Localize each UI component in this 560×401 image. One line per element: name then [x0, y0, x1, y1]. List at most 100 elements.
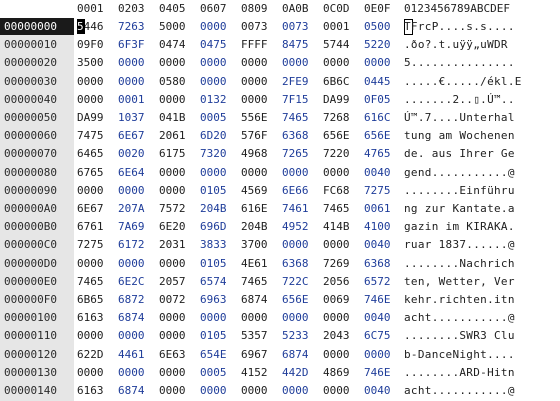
hex-word[interactable]: 7465 [77, 275, 104, 288]
hex-word[interactable]: 6E67 [77, 202, 104, 215]
hex-word[interactable]: 2056 [323, 275, 350, 288]
hex-word[interactable]: 0000 [77, 184, 104, 197]
hex-word[interactable]: 0105 [200, 329, 227, 342]
hex-word[interactable]: 6368 [282, 257, 309, 270]
hex-word[interactable]: 5357 [241, 329, 268, 342]
hex-word[interactable]: 0000 [159, 384, 186, 397]
hex-word[interactable]: 6874 [241, 293, 268, 306]
hex-word[interactable]: 0000 [323, 384, 350, 397]
hex-word[interactable]: 4952 [282, 220, 309, 233]
hex-word[interactable]: 0105 [200, 257, 227, 270]
hex-word[interactable]: 7465 [241, 275, 268, 288]
hex-word[interactable]: 7265 [282, 147, 309, 160]
hex-word[interactable]: 0005 [200, 366, 227, 379]
hex-word[interactable]: 0072 [159, 293, 186, 306]
hex-word[interactable]: 0001 [323, 20, 350, 33]
hex-word[interactable]: 7320 [200, 147, 227, 160]
hex-word[interactable]: 5000 [159, 20, 186, 33]
hex-word[interactable]: 616E [241, 202, 268, 215]
hex-row[interactable]: 000000E0 7465 6E2C 2057 6574 7465 722C 2056 6572… [0, 273, 560, 290]
hex-row[interactable]: 00000080 6765 6E64 0000 0000 0000 0000 0000 0040… [0, 164, 560, 181]
ascii-text[interactable]: ........ARD-Hitn [404, 366, 515, 379]
hex-word[interactable]: 576F [241, 129, 268, 142]
hex-word[interactable]: 0580 [159, 75, 186, 88]
hex-row[interactable]: 00000050 DA99 1037 041B 0005 556E 7465 7268 616C… [0, 109, 560, 126]
hex-word[interactable]: 7F15 [282, 93, 309, 106]
hex-word[interactable]: 0000 [241, 166, 268, 179]
ascii-text[interactable]: ........Einführu [404, 184, 515, 197]
hex-word[interactable]: 0F05 [364, 93, 391, 106]
ascii-text[interactable]: gazin im KIRAKA. [404, 220, 515, 233]
hex-word[interactable]: 6F3F [118, 38, 145, 51]
hex-word[interactable]: 556E [241, 111, 268, 124]
hex-word[interactable]: 654E [200, 348, 227, 361]
hex-word[interactable]: 6E64 [118, 166, 145, 179]
hex-word[interactable]: 2FE9 [282, 75, 309, 88]
hex-word[interactable]: 6572 [364, 275, 391, 288]
ascii-text[interactable]: kehr.richten.itn [404, 293, 515, 306]
ascii-text[interactable]: acht...........@ [404, 311, 515, 324]
hex-row[interactable]: 00000060 7475 6E67 2061 6D20 576F 6368 656E 656E… [0, 127, 560, 144]
hex-row[interactable]: 00000070 6465 0020 6175 7320 4968 7265 7220 4765… [0, 145, 560, 162]
hex-word[interactable]: 6967 [241, 348, 268, 361]
ascii-text[interactable]: ........SWR3 Clu [404, 329, 515, 342]
hex-word[interactable]: 6874 [118, 384, 145, 397]
ascii-text[interactable]: Ú™.7....Unterhal [404, 111, 515, 124]
hex-word[interactable]: 0000 [241, 384, 268, 397]
hex-word[interactable]: 656E [364, 129, 391, 142]
hex-word[interactable]: 0000 [200, 20, 227, 33]
hex-word[interactable]: 6172 [118, 238, 145, 251]
hex-word[interactable]: DA99 [323, 93, 350, 106]
hex-row[interactable]: 00000040 0000 0001 0000 0132 0000 7F15 DA99 0F05… [0, 91, 560, 108]
hex-word[interactable]: 7465 [323, 202, 350, 215]
hex-word[interactable]: 0040 [364, 384, 391, 397]
hex-word[interactable]: 656E [323, 129, 350, 142]
ascii-text[interactable]: tung am Wochenen [404, 129, 515, 142]
hex-word[interactable]: 6761 [77, 220, 104, 233]
hex-word[interactable]: 6E2C [118, 275, 145, 288]
hex-word[interactable]: 7A69 [118, 220, 145, 233]
hex-word[interactable]: 5233 [282, 329, 309, 342]
hex-word[interactable]: 0000 [77, 75, 104, 88]
hex-word[interactable]: 0000 [159, 184, 186, 197]
hex-word[interactable]: 204B [200, 202, 227, 215]
hex-word[interactable]: 0000 [241, 311, 268, 324]
hex-word[interactable]: 7263 [118, 20, 145, 33]
hex-word[interactable]: 0000 [241, 75, 268, 88]
hex-word[interactable]: 0000 [323, 238, 350, 251]
hex-word[interactable]: 6574 [200, 275, 227, 288]
ascii-text[interactable]: ruar 1837......@ [404, 238, 515, 251]
hex-word[interactable]: 0000 [77, 93, 104, 106]
ascii-text[interactable]: ........Nachrich [404, 257, 515, 270]
hex-word[interactable]: FFFF [241, 38, 268, 51]
hex-word[interactable]: 0000 [200, 75, 227, 88]
hex-word[interactable]: 0073 [282, 20, 309, 33]
hex-word[interactable]: 6163 [77, 311, 104, 324]
hex-word[interactable]: 3500 [77, 56, 104, 69]
hex-word[interactable]: 6B65 [77, 293, 104, 306]
hex-word[interactable]: 7275 [77, 238, 104, 251]
hex-word[interactable]: FC68 [323, 184, 350, 197]
hex-word[interactable]: 207A [118, 202, 145, 215]
hex-word[interactable]: 4100 [364, 220, 391, 233]
hex-word[interactable]: 041B [159, 111, 186, 124]
hex-word[interactable]: 09F0 [77, 38, 104, 51]
ascii-text[interactable]: 5............... [404, 56, 515, 69]
hex-word[interactable]: 0020 [118, 147, 145, 160]
hex-word[interactable]: 0000 [159, 366, 186, 379]
hex-word[interactable]: 0000 [118, 329, 145, 342]
hex-word[interactable]: 3833 [200, 238, 227, 251]
hex-row[interactable]: 00000090 0000 0000 0000 0105 4569 6E66 FC68 7275… [0, 182, 560, 199]
ascii-text[interactable]: ng zur Kantate.a [404, 202, 515, 215]
hex-row[interactable]: 00000110 0000 0000 0000 0105 5357 5233 2043 6C75… [0, 327, 560, 344]
hex-word[interactable]: 0000 [118, 257, 145, 270]
hex-word[interactable]: 0000 [159, 166, 186, 179]
hex-word[interactable]: 6E20 [159, 220, 186, 233]
ascii-text[interactable]: TFrcP....s.s.... [404, 20, 515, 33]
ascii-text[interactable]: .....€...../ékl.E [404, 75, 522, 88]
hex-word[interactable]: 6963 [200, 293, 227, 306]
hex-word[interactable]: 2061 [159, 129, 186, 142]
hex-word[interactable]: 4E61 [241, 257, 268, 270]
hex-word[interactable]: 0000 [77, 329, 104, 342]
hex-word[interactable]: 0069 [323, 293, 350, 306]
